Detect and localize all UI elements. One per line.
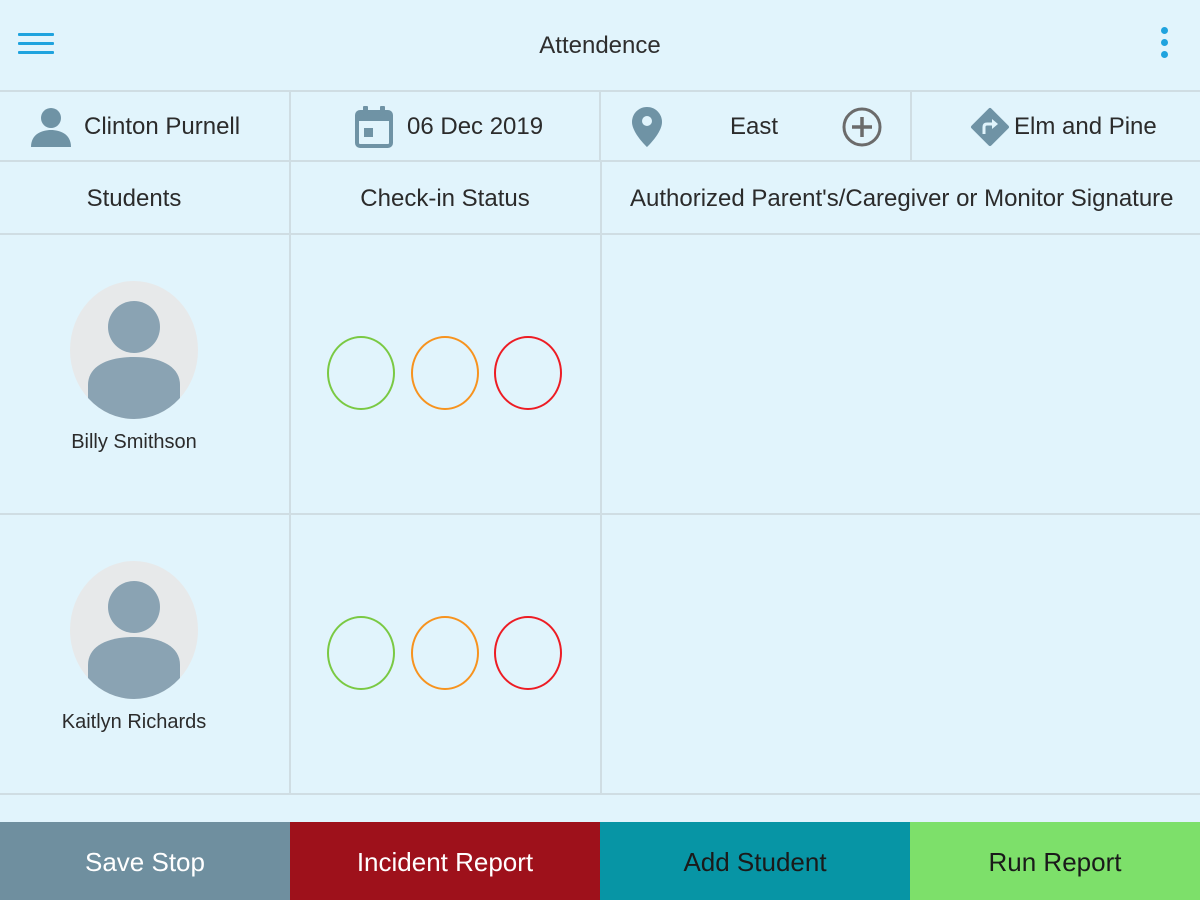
calendar-icon: [355, 106, 393, 148]
column-header-signature: Authorized Parent's/Caregiver or Monitor…: [630, 185, 1174, 212]
add-location-button[interactable]: [842, 92, 884, 162]
divider: [289, 515, 291, 793]
column-header-checkin-status: Check-in Status: [360, 185, 530, 212]
run-report-button[interactable]: Run Report: [910, 822, 1200, 900]
status-absent-button[interactable]: [494, 616, 562, 690]
column-header-students: Students: [86, 185, 182, 212]
direction-value: East: [730, 113, 779, 140]
location-field: [632, 92, 662, 162]
directions-icon: [971, 108, 1009, 146]
table-row: Kaitlyn Richards: [0, 515, 1200, 795]
status-present-button[interactable]: [327, 616, 395, 690]
avatar[interactable]: [70, 281, 198, 419]
add-student-button[interactable]: Add Student: [600, 822, 910, 900]
direction-field[interactable]: East: [730, 92, 820, 162]
table-row: Billy Smithson: [0, 235, 1200, 515]
status-late-button[interactable]: [411, 616, 479, 690]
hamburger-menu-icon[interactable]: [18, 33, 54, 59]
bottom-action-bar: Save Stop Incident Report Add Student Ru…: [0, 822, 1200, 900]
student-name: Billy Smithson: [71, 431, 197, 453]
add-circle-icon: [842, 107, 882, 147]
signature-pad[interactable]: [602, 235, 1200, 513]
driver-field[interactable]: Clinton Purnell: [30, 92, 288, 162]
date-field[interactable]: 06 Dec 2019: [355, 92, 595, 162]
table-header: Students Check-in Status Authorized Pare…: [0, 162, 1200, 235]
student-name: Kaitlyn Richards: [61, 711, 207, 733]
divider: [289, 92, 291, 162]
save-stop-button[interactable]: Save Stop: [0, 822, 290, 900]
page-title: Attendence: [539, 32, 661, 59]
route-field[interactable]: Elm and Pine: [970, 92, 1195, 162]
driver-name: Clinton Purnell: [84, 113, 241, 140]
person-icon: [31, 108, 71, 147]
route-name: Elm and Pine: [1014, 113, 1157, 140]
divider: [600, 162, 602, 235]
more-vertical-icon[interactable]: [1155, 27, 1173, 65]
divider: [289, 235, 291, 513]
app-bar: Attendence: [0, 0, 1200, 92]
status-absent-button[interactable]: [494, 336, 562, 410]
signature-pad[interactable]: [602, 515, 1200, 793]
trip-info-bar: Clinton Purnell 06 Dec 2019 East Elm and…: [0, 92, 1200, 162]
trip-date: 06 Dec 2019: [407, 113, 544, 140]
avatar[interactable]: [70, 561, 198, 699]
divider: [910, 92, 912, 162]
status-late-button[interactable]: [411, 336, 479, 410]
incident-report-button[interactable]: Incident Report: [290, 822, 600, 900]
divider: [599, 92, 601, 162]
status-present-button[interactable]: [327, 336, 395, 410]
location-pin-icon: [632, 107, 662, 147]
